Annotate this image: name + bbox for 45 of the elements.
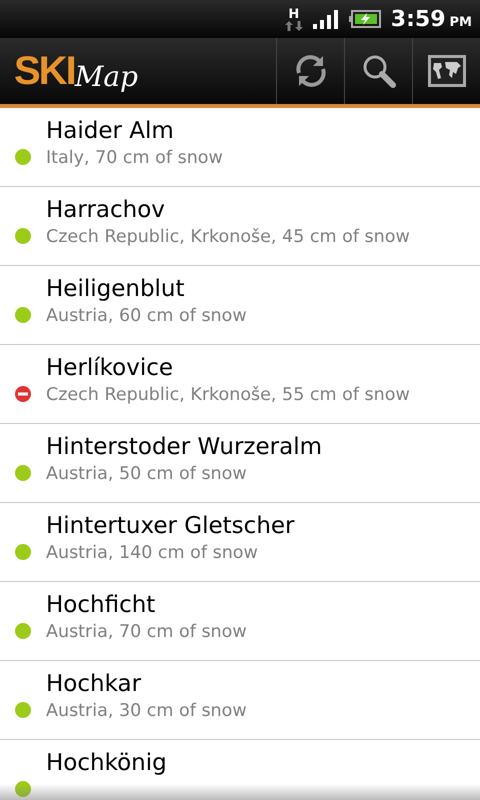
world-map-icon	[428, 55, 466, 87]
logo-script: Map	[74, 60, 138, 92]
logo-text: SKI	[14, 48, 75, 94]
resort-details: Italy, 70 cm of snow	[46, 148, 223, 168]
resort-details: Austria, 140 cm of snow	[46, 543, 259, 563]
status-dot	[14, 227, 32, 245]
data-arrows-icon	[284, 20, 303, 30]
resort-row[interactable]: Heiligenblut Austria, 60 cm of snow	[0, 266, 480, 345]
battery-icon	[348, 10, 381, 28]
resort-name: Haider Alm	[46, 118, 175, 144]
resort-row[interactable]: Hochficht Austria, 70 cm of snow	[0, 582, 480, 661]
clock-time: 3:59	[390, 6, 446, 32]
resort-details: Czech Republic, Krkonoše, 45 cm of snow	[46, 227, 410, 247]
resort-name: Heiligenblut	[46, 276, 186, 302]
resort-row[interactable]: Hintertuxer Gletscher Austria, 140 cm of snow	[0, 503, 480, 582]
resort-row[interactable]: Harrachov Czech Republic, Krkonoše, 45 cm of snow	[0, 187, 480, 266]
clock-meridiem: PM	[450, 14, 472, 30]
resort-row[interactable]: Hochkar Austria, 30 cm of snow	[0, 661, 480, 740]
resort-details: Austria, 60 cm of snow	[46, 306, 247, 326]
resort-name: Hochkönig	[46, 750, 167, 776]
resort-details: Austria, 30 cm of snow	[46, 701, 247, 721]
resort-name: Hochficht	[46, 592, 156, 618]
resort-row[interactable]: Hinterstoder Wurzeralm Austria, 50 cm of snow	[0, 424, 480, 503]
status-dot	[14, 306, 32, 324]
resort-row[interactable]: Herlíkovice Czech Republic, Krkonoše, 55 cm of snow	[0, 345, 480, 424]
status-dot	[14, 780, 32, 798]
search-icon	[360, 53, 396, 89]
resort-details: Czech Republic, Krkonoše, 55 cm of snow	[46, 385, 410, 405]
resort-name: Hinterstoder Wurzeralm	[46, 434, 322, 460]
resort-row[interactable]: Haider Alm Italy, 70 cm of snow	[0, 108, 480, 187]
resort-row[interactable]: Hochkönig	[0, 740, 480, 800]
no-entry-icon	[14, 385, 32, 403]
network-type: H	[288, 8, 300, 20]
resort-name: Hochkar	[46, 671, 142, 697]
resort-name: Harrachov	[46, 197, 166, 223]
resort-name: Hintertuxer Gletscher	[46, 513, 294, 539]
status-dot	[14, 543, 32, 561]
status-dot	[14, 148, 32, 166]
resort-details: Austria, 70 cm of snow	[46, 622, 247, 642]
status-dot	[14, 464, 32, 482]
status-dot	[14, 701, 32, 719]
signal-icon	[312, 9, 339, 29]
resort-details: Austria, 50 cm of snow	[46, 464, 248, 484]
status-dot	[14, 622, 32, 640]
resort-name: Herlíkovice	[46, 355, 174, 381]
